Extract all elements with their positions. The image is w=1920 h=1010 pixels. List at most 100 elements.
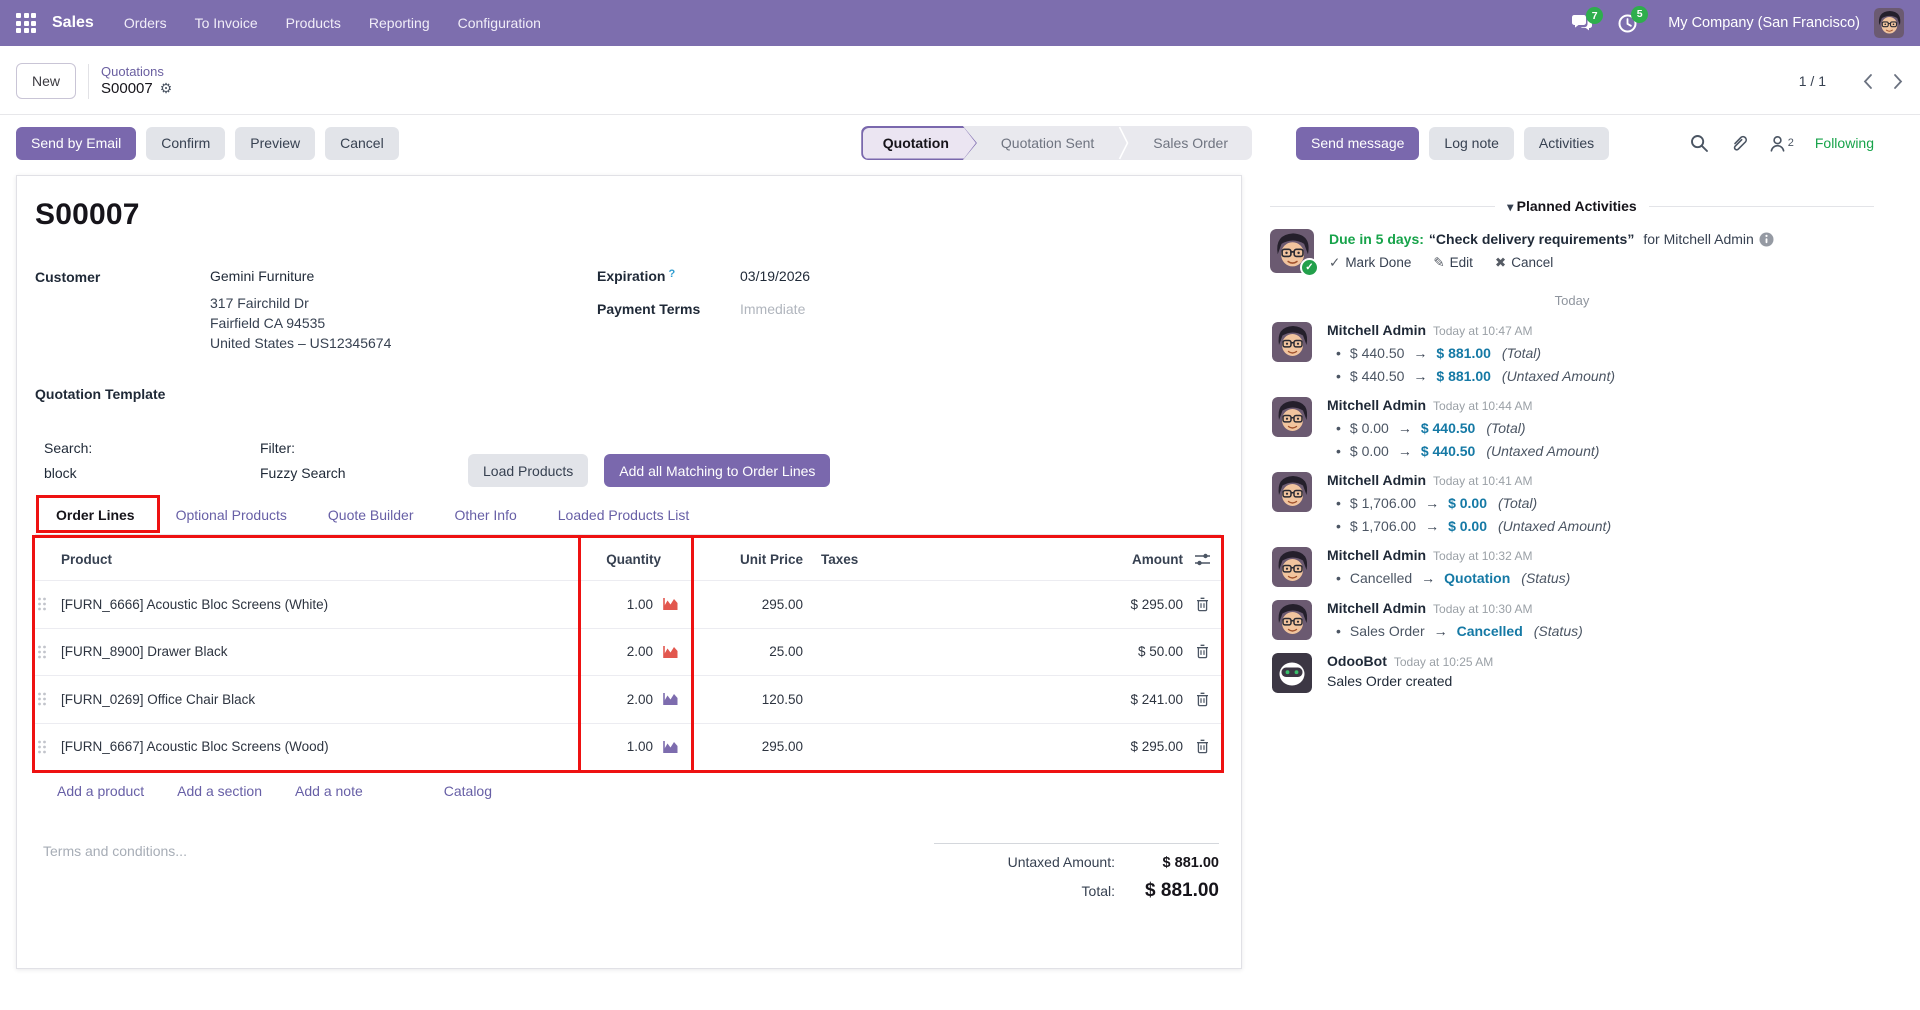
drag-handle-icon[interactable] [35, 691, 61, 707]
search-messages-icon[interactable] [1690, 134, 1709, 153]
attachments-paperclip-icon[interactable] [1730, 134, 1748, 153]
message-avatar [1272, 472, 1312, 512]
filter-input[interactable]: Fuzzy Search [260, 465, 468, 481]
apps-grid-icon[interactable] [16, 13, 36, 33]
unit-price-cell[interactable]: 295.00 [693, 739, 809, 754]
chatter-message: Mitchell Admin Today at 10:47 AM $ 440.50… [1270, 322, 1874, 384]
pager-counter: 1 / 1 [1798, 73, 1826, 89]
breadcrumb-quotations[interactable]: Quotations [101, 64, 172, 80]
drag-handle-icon[interactable] [35, 739, 61, 755]
optional-columns-icon[interactable] [1183, 552, 1221, 567]
following-toggle[interactable]: Following [1815, 135, 1874, 151]
tab-order-lines[interactable]: Order Lines [36, 495, 160, 533]
product-cell[interactable]: [FURN_8900] Drawer Black [61, 644, 228, 659]
tracking-line: $ 1,706.00$ 0.00(Total) [1327, 495, 1874, 511]
column-unit-price[interactable]: Unit Price [693, 552, 809, 567]
product-cell[interactable]: [FURN_6666] Acoustic Bloc Screens (White… [61, 597, 328, 612]
add-a-note-link[interactable]: Add a note [295, 783, 363, 799]
edit-activity-button[interactable]: ✎ Edit [1433, 255, 1473, 271]
terms-and-conditions-input[interactable]: Terms and conditions... [43, 843, 934, 911]
activity-assignee: for Mitchell Admin [1643, 231, 1754, 247]
status-step-quotation[interactable]: Quotation [861, 126, 977, 160]
new-button[interactable]: New [16, 63, 77, 99]
quantity-cell[interactable]: 1.00 [627, 739, 653, 754]
customer-name[interactable]: Gemini Furniture [210, 268, 391, 284]
delete-row-icon[interactable] [1183, 739, 1221, 754]
preview-button[interactable]: Preview [235, 126, 316, 160]
catalog-link[interactable]: Catalog [444, 783, 492, 799]
app-name[interactable]: Sales [52, 14, 94, 32]
product-cell[interactable]: [FURN_6667] Acoustic Bloc Screens (Wood) [61, 739, 329, 754]
payment-terms-value[interactable]: Immediate [740, 301, 805, 317]
quantity-cell[interactable]: 2.00 [627, 692, 653, 707]
tracking-line: CancelledQuotation(Status) [1327, 570, 1874, 586]
nav-item-orders[interactable]: Orders [124, 15, 167, 31]
drag-handle-icon[interactable] [35, 596, 61, 612]
nav-item-reporting[interactable]: Reporting [369, 15, 430, 31]
cancel-activity-button[interactable]: ✖ Cancel [1495, 255, 1553, 271]
confirm-button[interactable]: Confirm [146, 126, 226, 160]
activities-button[interactable]: Activities [1523, 126, 1610, 160]
pager-next-icon[interactable] [1893, 73, 1904, 90]
cancel-button[interactable]: Cancel [325, 126, 399, 160]
tab-quote-builder[interactable]: Quote Builder [328, 507, 414, 523]
amount-cell: $ 241.00 [1130, 691, 1183, 707]
chatter-message: Mitchell Admin Today at 10:32 AM Cancelle… [1270, 547, 1874, 587]
forecast-chart-icon[interactable] [662, 740, 679, 754]
chatter-message: OdooBot Today at 10:25 AM Sales Order cre… [1270, 653, 1874, 693]
user-avatar[interactable] [1874, 8, 1904, 38]
nav-item-to-invoice[interactable]: To Invoice [195, 15, 258, 31]
forecast-chart-icon[interactable] [662, 692, 679, 706]
activity-info-icon[interactable] [1759, 232, 1774, 247]
tab-optional-products[interactable]: Optional Products [176, 507, 287, 523]
unit-price-cell[interactable]: 120.50 [693, 692, 809, 707]
quantity-cell[interactable]: 2.00 [627, 644, 653, 659]
load-products-button[interactable]: Load Products [468, 454, 589, 487]
record-actions-gear-icon[interactable] [160, 80, 173, 98]
forecast-chart-icon[interactable] [662, 645, 679, 659]
column-quantity[interactable]: Quantity [540, 552, 693, 567]
planned-activities-header[interactable]: Planned Activities [1507, 198, 1637, 214]
top-navbar: Sales Orders To Invoice Products Reporti… [0, 0, 1920, 46]
column-taxes[interactable]: Taxes [809, 552, 913, 567]
amount-cell: $ 50.00 [1137, 644, 1183, 660]
unit-price-cell[interactable]: 295.00 [693, 597, 809, 612]
status-step-sales-order[interactable]: Sales Order [1129, 126, 1252, 160]
status-step-quotation-sent[interactable]: Quotation Sent [977, 126, 1118, 160]
tab-other-info[interactable]: Other Info [455, 507, 517, 523]
messages-badge: 7 [1586, 7, 1604, 24]
forecast-chart-icon[interactable] [662, 597, 679, 611]
log-note-button[interactable]: Log note [1429, 126, 1514, 160]
search-input[interactable]: block [44, 465, 260, 481]
mark-done-button[interactable]: ✓ Mark Done [1329, 255, 1411, 271]
quantity-cell[interactable]: 1.00 [627, 597, 653, 612]
nav-item-products[interactable]: Products [286, 15, 341, 31]
delete-row-icon[interactable] [1183, 692, 1221, 707]
unit-price-cell[interactable]: 25.00 [693, 644, 809, 659]
pager-previous-icon[interactable] [1862, 73, 1873, 90]
company-switcher[interactable]: My Company (San Francisco) [1668, 15, 1860, 31]
expiration-help-icon[interactable]: ? [665, 268, 676, 280]
activities-clock-icon[interactable]: 5 [1617, 5, 1649, 34]
followers-icon[interactable]: 2 [1769, 135, 1794, 152]
activities-badge: 5 [1631, 5, 1649, 23]
amount-cell: $ 295.00 [1130, 596, 1183, 612]
send-message-button[interactable]: Send message [1296, 126, 1420, 160]
expiration-value[interactable]: 03/19/2026 [740, 268, 810, 284]
column-product[interactable]: Product [35, 552, 540, 567]
drag-handle-icon[interactable] [35, 644, 61, 660]
product-cell[interactable]: [FURN_0269] Office Chair Black [61, 692, 255, 707]
message-avatar [1272, 600, 1312, 640]
add-a-product-link[interactable]: Add a product [57, 783, 144, 799]
add-all-matching-button[interactable]: Add all Matching to Order Lines [604, 454, 831, 487]
delete-row-icon[interactable] [1183, 644, 1221, 659]
add-a-section-link[interactable]: Add a section [177, 783, 262, 799]
tab-loaded-products-list[interactable]: Loaded Products List [558, 507, 690, 523]
messages-icon[interactable]: 7 [1571, 7, 1604, 32]
nav-item-configuration[interactable]: Configuration [458, 15, 541, 31]
status-separator-chevron [1119, 126, 1129, 160]
send-by-email-button[interactable]: Send by Email [16, 126, 137, 160]
amount-cell: $ 295.00 [1130, 739, 1183, 755]
delete-row-icon[interactable] [1183, 597, 1221, 612]
filter-label: Filter: [260, 440, 295, 456]
